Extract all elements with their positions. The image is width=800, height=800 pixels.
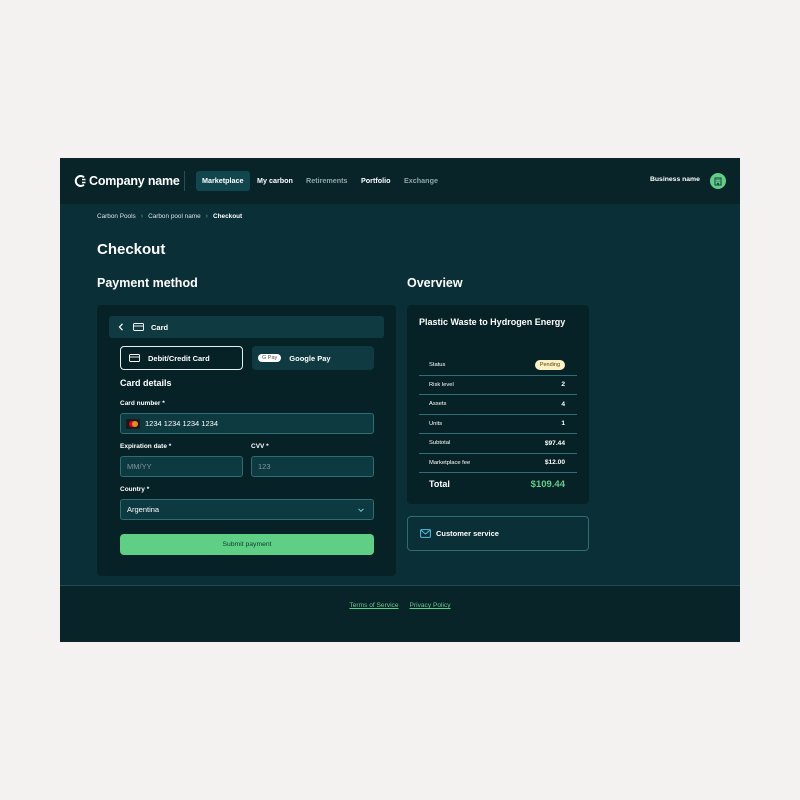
card-number-value: 1234 1234 1234 1234 bbox=[145, 419, 218, 428]
country-select[interactable]: Argentina bbox=[120, 499, 374, 520]
overview-row-value: 4 bbox=[561, 400, 565, 408]
building-icon bbox=[714, 177, 722, 186]
expiration-input[interactable]: MM/YY bbox=[120, 456, 243, 477]
card-header-label: Card bbox=[151, 322, 169, 332]
logo-text: Company name bbox=[89, 174, 180, 188]
expiration-label: Expiration date * bbox=[120, 443, 172, 450]
overview-title: Overview bbox=[407, 276, 463, 290]
terms-link[interactable]: Terms of Service bbox=[349, 602, 398, 609]
avatar[interactable] bbox=[710, 173, 726, 189]
credit-card-icon bbox=[129, 354, 140, 362]
breadcrumb-carbon-pool-name[interactable]: Carbon pool name bbox=[148, 213, 201, 220]
cvv-label: CVV * bbox=[251, 443, 269, 450]
country-value: Argentina bbox=[127, 505, 160, 514]
overview-row-subtotal: Subtotal $97.44 bbox=[419, 434, 577, 454]
business-name[interactable]: Business name bbox=[650, 176, 700, 183]
status-badge: Pending bbox=[534, 360, 565, 371]
page-title: Checkout bbox=[97, 241, 166, 258]
back-arrow-icon[interactable] bbox=[118, 323, 128, 331]
breadcrumb-checkout: Checkout bbox=[213, 213, 243, 220]
chevron-right-icon: › bbox=[140, 213, 144, 220]
overview-row-label: Assets bbox=[429, 401, 447, 408]
overview-row-status: Status Pending bbox=[419, 356, 577, 376]
overview-row-label: Risk level bbox=[429, 381, 454, 388]
overview-row-units: Units 1 bbox=[419, 415, 577, 434]
overview-row-value: $12.00 bbox=[544, 459, 565, 467]
overview-total-row: Total $109.44 bbox=[419, 473, 577, 495]
nav-marketplace[interactable]: Marketplace bbox=[196, 171, 250, 191]
nav-divider bbox=[184, 171, 185, 191]
tab-gpay-label: Google Pay bbox=[289, 353, 331, 363]
nav-exchange[interactable]: Exchange bbox=[398, 171, 444, 191]
breadcrumb-carbon-pools[interactable]: Carbon Pools bbox=[97, 213, 136, 220]
nav-portfolio[interactable]: Portfolio bbox=[355, 171, 397, 191]
customer-service-button[interactable]: Customer service bbox=[407, 516, 589, 551]
company-logo-icon bbox=[74, 175, 86, 187]
overview-row-label: Units bbox=[429, 420, 443, 427]
overview-rows: Status Pending Risk level 2 Assets 4 Uni… bbox=[419, 356, 577, 495]
card-number-label: Card number * bbox=[120, 400, 165, 407]
breadcrumb: Carbon Pools › Carbon pool name › Checko… bbox=[97, 213, 242, 220]
overview-panel: Plastic Waste to Hydrogen Energy Status … bbox=[407, 305, 589, 504]
customer-service-label: Customer service bbox=[436, 529, 499, 538]
cvv-input[interactable]: 123 bbox=[251, 456, 374, 477]
app-window: Company name Marketplace My carbon Retir… bbox=[60, 158, 740, 642]
overview-row-label: Status bbox=[429, 362, 446, 369]
overview-row-fee: Marketplace fee $12.00 bbox=[419, 454, 577, 473]
footer: Terms of Service Privacy Policy bbox=[60, 585, 740, 642]
overview-row-value: 1 bbox=[561, 420, 565, 428]
country-label: Country * bbox=[120, 486, 150, 493]
logo[interactable]: Company name bbox=[73, 173, 180, 189]
credit-card-icon bbox=[133, 323, 144, 331]
tab-debit-credit-card[interactable]: Debit/Credit Card bbox=[120, 346, 243, 370]
tab-debit-label: Debit/Credit Card bbox=[148, 353, 210, 363]
overview-row-value: 2 bbox=[561, 381, 565, 389]
card-details-title: Card details bbox=[120, 378, 172, 388]
overview-row-risk: Risk level 2 bbox=[419, 376, 577, 395]
payment-method-title: Payment method bbox=[97, 276, 198, 290]
tab-google-pay[interactable]: G Pay Google Pay bbox=[252, 346, 374, 370]
overview-row-assets: Assets 4 bbox=[419, 395, 577, 415]
privacy-link[interactable]: Privacy Policy bbox=[410, 602, 451, 609]
submit-payment-button[interactable]: Submit payment bbox=[120, 534, 374, 555]
payment-panel: Card Debit/Credit Card G Pay Google Pay … bbox=[97, 305, 396, 576]
overview-row-label: Subtotal bbox=[429, 440, 451, 447]
card-header: Card bbox=[109, 316, 384, 338]
total-label: Total bbox=[429, 479, 450, 489]
mastercard-icon bbox=[126, 418, 140, 429]
card-number-input[interactable]: 1234 1234 1234 1234 bbox=[120, 413, 374, 434]
top-nav: Company name Marketplace My carbon Retir… bbox=[60, 158, 740, 204]
nav-retirements[interactable]: Retirements bbox=[300, 171, 354, 191]
project-name: Plastic Waste to Hydrogen Energy bbox=[419, 317, 566, 327]
chevron-right-icon: › bbox=[205, 213, 209, 220]
total-value: $109.44 bbox=[530, 478, 565, 490]
google-pay-icon: G Pay bbox=[258, 354, 282, 362]
mail-icon bbox=[420, 529, 431, 538]
nav-my-carbon[interactable]: My carbon bbox=[251, 171, 299, 191]
overview-row-label: Marketplace fee bbox=[429, 459, 471, 466]
footer-links: Terms of Service Privacy Policy bbox=[60, 602, 740, 609]
overview-row-value: $97.44 bbox=[544, 439, 565, 447]
chevron-down-icon bbox=[358, 508, 364, 513]
